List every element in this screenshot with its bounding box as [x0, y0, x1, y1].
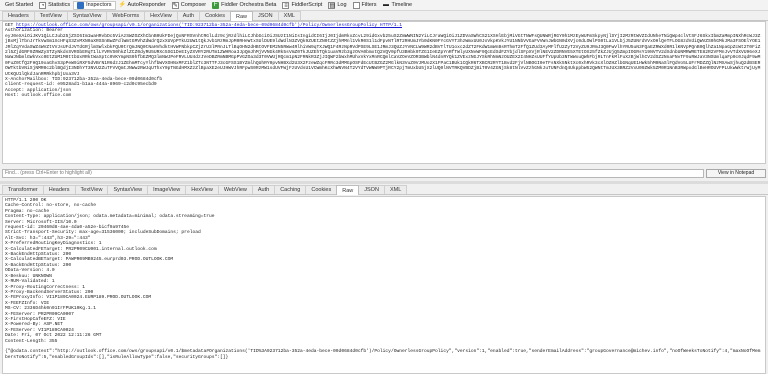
- toolbar-tab-autoresponder[interactable]: ⚡ AutoResponder: [116, 1, 169, 10]
- request-tab-syntaxview[interactable]: SyntaxView: [66, 11, 108, 20]
- response-tab-raw[interactable]: Raw: [336, 185, 360, 195]
- request-tab-raw[interactable]: Raw: [229, 11, 253, 21]
- find-input[interactable]: Find... (press Ctrl+Enter to highlight a…: [2, 168, 704, 178]
- view-in-notepad-button[interactable]: View in Notepad: [706, 168, 766, 178]
- response-raw-text: HTTP/1.1 200 OK Cache-Control: no-store,…: [5, 198, 761, 360]
- response-tab-imageview[interactable]: ImageView: [147, 185, 187, 194]
- toolbar-tab-label: Timeline: [391, 2, 413, 8]
- toolbar-tab-timeline[interactable]: ▬ Timeline: [380, 1, 416, 10]
- toolbar-tab-fiddler-orchestra-beta[interactable]: F Fiddler Orchestra Beta: [209, 1, 279, 10]
- toolbar-tab-label: Log: [337, 2, 347, 8]
- request-url-link[interactable]: https://outlook.office.com/ows/groupsapi…: [16, 23, 402, 28]
- toolbar-tab-statistics[interactable]: ◔ Statistics: [36, 1, 73, 10]
- toolbar-tab-inspectors[interactable]: Inspectors: [73, 0, 116, 10]
- response-tab-caching[interactable]: Caching: [274, 185, 307, 194]
- compose-icon: ✎: [171, 1, 179, 9]
- request-find-bar: Find... (press Ctrl+Enter to highlight a…: [2, 168, 766, 178]
- response-inspector-tabs: Transformer Headers TextView SyntaxView Imag…: [0, 185, 768, 195]
- toolbar-tab-label: AutoResponder: [127, 2, 166, 8]
- request-headers-text: Authorization: Bearer eyJ0eXAiOiJKV1QiLC…: [5, 28, 761, 77]
- toolbar-tab-label: Filters: [361, 2, 377, 8]
- inspector-icon: [77, 1, 85, 9]
- request-inspector-tabs: Headers TextView SyntaxView WebForms HexView…: [0, 11, 768, 21]
- clock-icon: ◔: [39, 1, 47, 9]
- toolbar-tab-log[interactable]: ▤ Log: [325, 1, 349, 10]
- response-tab-xml[interactable]: XML: [383, 185, 408, 194]
- toolbar-tab-label: Get Started: [5, 2, 34, 8]
- request-tab-textview[interactable]: TextView: [33, 11, 68, 20]
- response-tab-syntaxview[interactable]: SyntaxView: [107, 185, 149, 194]
- toolbar-tab-label: FiddlerScript: [291, 2, 323, 8]
- response-raw-pane[interactable]: HTTP/1.1 200 OK Cache-Control: no-store,…: [2, 196, 766, 374]
- request-tab-xml[interactable]: XML: [277, 11, 301, 20]
- script-icon: ≡: [282, 1, 290, 9]
- toolbar-tab-label: Statistics: [48, 2, 71, 8]
- toolbar-tab-label: Fiddler Orchestra Beta: [221, 2, 277, 8]
- response-tab-transformer[interactable]: Transformer: [2, 185, 44, 194]
- response-tab-auth[interactable]: Auth: [251, 185, 276, 194]
- request-tab-json[interactable]: JSON: [251, 11, 279, 20]
- lightning-icon: ⚡: [118, 1, 127, 8]
- request-tab-auth[interactable]: Auth: [176, 11, 201, 20]
- response-tab-json[interactable]: JSON: [358, 185, 385, 194]
- toolbar-tab-label: Composer: [180, 2, 207, 8]
- request-tab-headers[interactable]: Headers: [2, 11, 35, 20]
- fiddler-toolbar: Get Started ◔ Statistics Inspectors ⚡ AutoRes…: [0, 0, 768, 11]
- filter-icon: [352, 1, 360, 9]
- toolbar-tab-filters[interactable]: Filters: [350, 1, 380, 10]
- request-headers-after: X-AnchorMailbox: TID:923712ba-352a-4eda-…: [5, 77, 163, 99]
- toolbar-tab-label: Inspectors: [86, 2, 112, 8]
- pane-splitter[interactable]: [0, 181, 768, 184]
- request-tab-cookies[interactable]: Cookies: [199, 11, 231, 20]
- response-tab-webview[interactable]: WebView: [217, 185, 253, 194]
- response-tab-hexview[interactable]: HexView: [185, 185, 219, 194]
- toolbar-tab-fiddlerscript[interactable]: ≡ FiddlerScript: [279, 1, 325, 10]
- response-tab-textview[interactable]: TextView: [74, 185, 109, 194]
- fo-icon: F: [212, 1, 220, 9]
- request-raw-pane[interactable]: GET https://outlook.office.com/ows/group…: [2, 21, 766, 164]
- log-icon: ▤: [328, 1, 336, 9]
- toolbar-tab-composer[interactable]: ✎ Composer: [169, 1, 209, 10]
- request-tab-hexview[interactable]: HexView: [144, 11, 178, 20]
- response-tab-headers[interactable]: Headers: [42, 185, 76, 194]
- timeline-icon: ▬: [383, 1, 390, 8]
- request-tab-webforms[interactable]: WebForms: [106, 11, 146, 20]
- toolbar-tab-get-started[interactable]: Get Started: [2, 1, 36, 10]
- response-tab-cookies[interactable]: Cookies: [305, 185, 338, 194]
